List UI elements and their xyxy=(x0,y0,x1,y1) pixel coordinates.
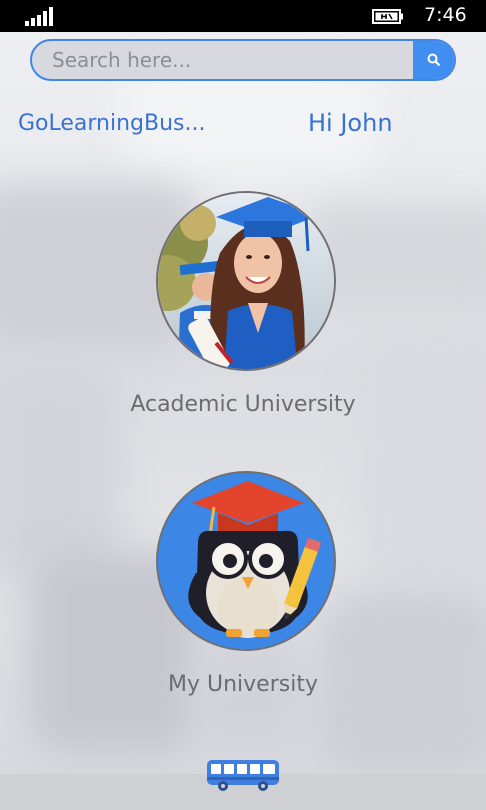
search-button[interactable] xyxy=(413,41,454,79)
battery-charging-icon xyxy=(372,9,403,24)
my-university-button[interactable] xyxy=(156,471,336,651)
search-bar xyxy=(30,39,456,81)
bus-button[interactable] xyxy=(205,757,281,791)
user-greeting: Hi John xyxy=(308,109,393,137)
bus-icon xyxy=(207,760,279,791)
my-university-label[interactable]: My University xyxy=(0,672,486,697)
status-bar: 7:46 xyxy=(0,0,486,32)
search-icon xyxy=(427,53,440,67)
signal-strength-icon xyxy=(25,7,55,26)
search-input[interactable] xyxy=(32,41,415,79)
academic-university-button[interactable] xyxy=(156,191,336,371)
graduate-student-photo xyxy=(158,193,334,369)
academic-university-label[interactable]: Academic University xyxy=(0,392,486,417)
brand-link[interactable]: GoLearningBus... xyxy=(18,111,206,136)
clock: 7:46 xyxy=(424,4,467,26)
owl-graduate-icon xyxy=(158,473,334,649)
